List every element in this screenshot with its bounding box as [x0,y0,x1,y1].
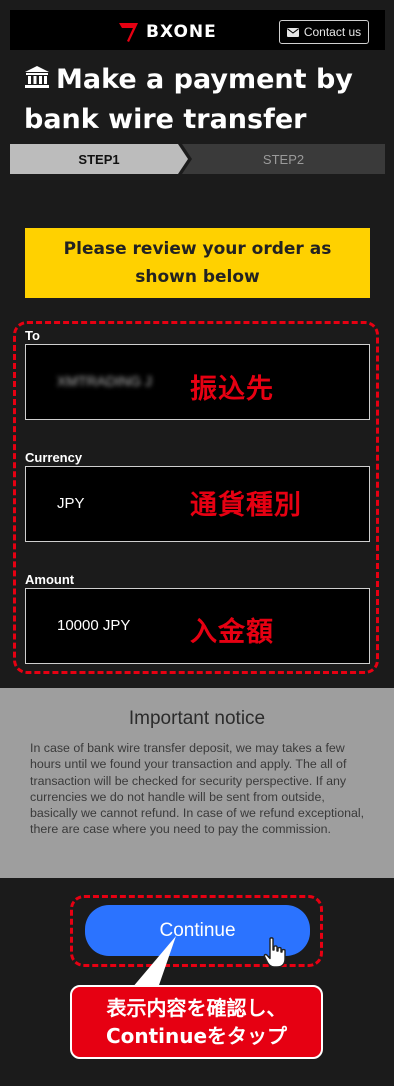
callout-line-2: Continueをタップ [105,1024,288,1048]
top-bar: BXONE Contact us [10,10,385,50]
logo-text: BXONE [146,22,217,42]
mail-icon [286,27,299,37]
instruction-callout: 表示内容を確認し、 Continueをタップ [70,985,323,1059]
notice-title: Important notice [128,708,266,729]
contact-us-button[interactable]: Contact us [279,20,369,44]
hand-pointer-icon [263,937,286,968]
logo: BXONE [116,20,217,44]
page-title-row: Make a payment by bank wire transfer [24,60,384,140]
contact-us-label: Contact us [303,25,362,39]
amount-label: Amount [25,572,75,587]
amount-value: 10000 JPY [57,617,131,634]
callout-line-1: 表示内容を確認し、 [106,996,287,1020]
currency-value: JPY [57,495,85,512]
page-title-text: Make a payment by bank wire transfer [24,64,353,135]
to-value: XMTRADING J [57,373,152,389]
logo-mark-icon [119,23,138,42]
step-2: STEP2 [182,144,385,174]
amount-annotation: 入金額 [190,617,274,648]
bank-icon [25,66,49,88]
step-indicator: STEP1 STEP2 [10,144,385,174]
currency-annotation: 通貨種別 [190,490,302,521]
review-banner: Please review your order as shown below [25,228,370,298]
step-1: STEP1 [10,144,188,174]
currency-label: Currency [25,450,83,465]
notice-body: In case of bank wire transfer deposit, w… [30,741,365,837]
to-label: To [25,328,40,343]
callout-pointer [132,936,176,988]
important-notice: Important notice In case of bank wire tr… [0,688,394,878]
page-title: Make a payment by bank wire transfer [24,60,384,140]
to-annotation: 振込先 [190,374,274,405]
